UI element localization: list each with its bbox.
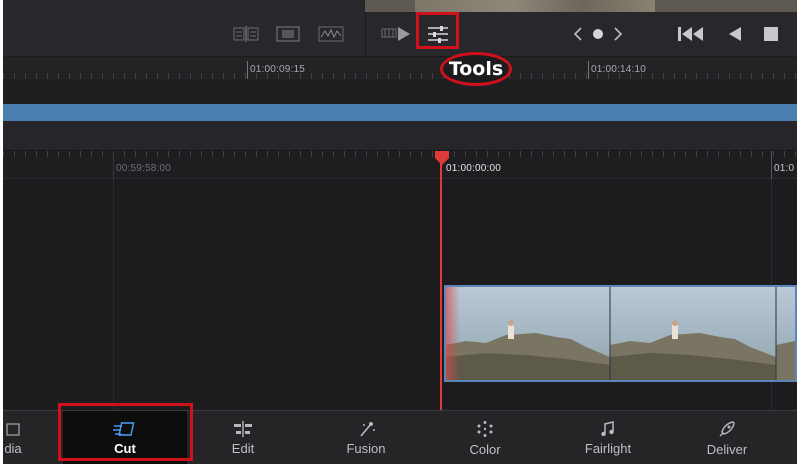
next-marker-icon[interactable] xyxy=(609,22,627,46)
grid-line xyxy=(113,179,114,410)
page-tab-label: dia xyxy=(4,440,22,456)
playhead-handle[interactable] xyxy=(434,150,450,171)
media-icon xyxy=(6,422,20,436)
page-tab-label: Color xyxy=(469,441,501,457)
page-tab-fusion[interactable]: Fusion xyxy=(323,411,409,464)
cut-page-highlight xyxy=(58,403,193,461)
clip-thumbnail xyxy=(446,287,610,380)
waveform-icon[interactable] xyxy=(316,22,346,46)
page-tab-deliver[interactable]: Deliver xyxy=(687,411,767,464)
timecode-label: 01:00:00:00 xyxy=(446,163,502,174)
timecode-label: 01:00:09:15 xyxy=(250,64,306,75)
playhead-line[interactable] xyxy=(440,160,442,410)
clip-thumbnail xyxy=(776,287,795,380)
resolve-window: Tools 01:00:09:15 01:00:14:10 00:59:58:0… xyxy=(3,0,797,464)
skip-to-start-icon[interactable] xyxy=(675,22,707,46)
track-spacer xyxy=(3,121,797,151)
timecode-label: 00:59:58:00 xyxy=(116,163,172,174)
viewer-layout-icon[interactable] xyxy=(274,22,302,46)
color-icon xyxy=(477,420,493,437)
page-tab-color[interactable]: Color xyxy=(445,411,525,464)
page-tab-media[interactable]: dia xyxy=(3,411,43,464)
timeline-overview-bar[interactable] xyxy=(3,104,797,121)
prev-marker-icon[interactable] xyxy=(569,22,587,46)
fusion-icon xyxy=(360,421,375,437)
marker-dot-icon[interactable] xyxy=(589,22,607,46)
tools-tooltip: Tools xyxy=(440,52,512,86)
play-reverse-icon[interactable] xyxy=(723,22,747,46)
page-tab-label: Edit xyxy=(231,440,255,456)
stop-icon[interactable] xyxy=(759,22,783,46)
tools-button-highlight xyxy=(416,12,459,49)
page-tab-label: Fairlight xyxy=(584,440,632,456)
page-tab-label: Deliver xyxy=(706,441,748,457)
split-view-icon[interactable] xyxy=(232,22,260,46)
track-empty-region xyxy=(3,179,440,410)
timeline-ruler-lower[interactable]: 00:59:58:00 01:00:00:00 01:0 xyxy=(3,151,797,179)
video-clip[interactable] xyxy=(444,285,797,382)
viewer-toolbar xyxy=(3,0,797,57)
timeline-ruler-upper[interactable]: 01:00:09:15 01:00:14:10 xyxy=(3,57,797,79)
page-tab-fairlight[interactable]: Fairlight xyxy=(565,411,651,464)
fairlight-icon xyxy=(601,420,614,436)
toolbar-divider xyxy=(365,12,366,57)
viewer-preview-strip xyxy=(365,0,797,12)
clip-thumbnail xyxy=(610,287,776,380)
tooltip-text: Tools xyxy=(448,58,504,80)
upper-track-space xyxy=(3,79,797,104)
edit-icon xyxy=(234,420,252,437)
page-tab-edit[interactable]: Edit xyxy=(203,411,283,464)
deliver-icon xyxy=(719,420,735,436)
timecode-label: 01:00:14:10 xyxy=(591,64,647,75)
timecode-label: 01:0 xyxy=(774,163,795,174)
play-clip-icon[interactable] xyxy=(380,22,412,46)
page-tab-label: Fusion xyxy=(346,440,386,456)
